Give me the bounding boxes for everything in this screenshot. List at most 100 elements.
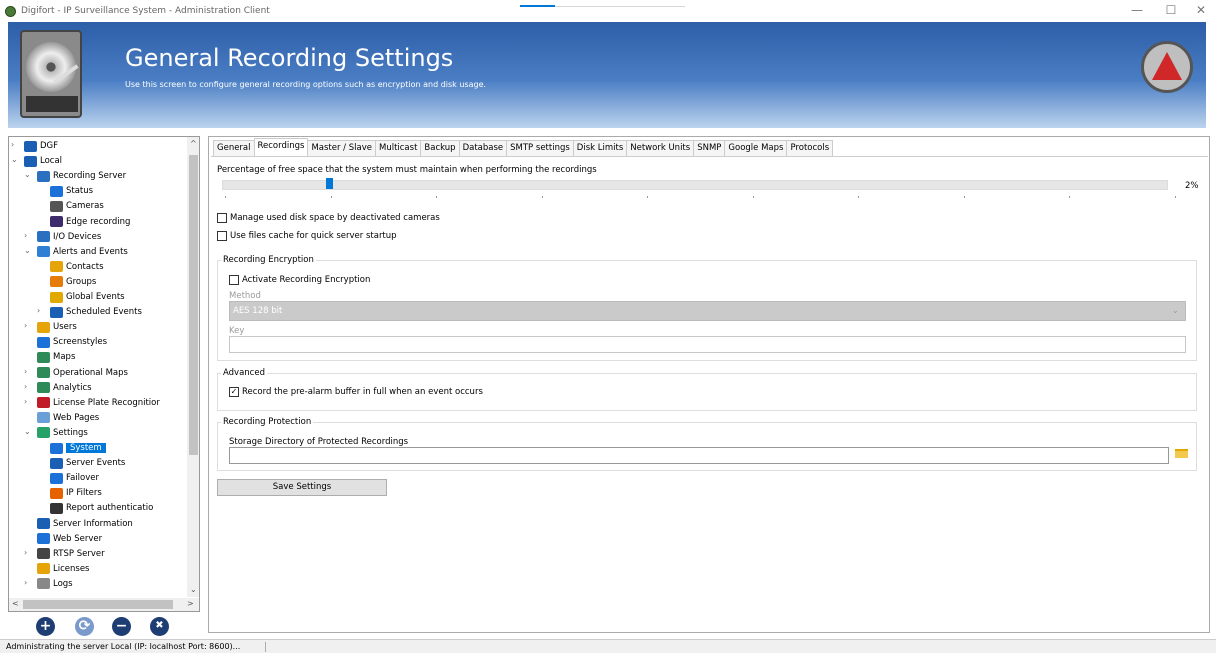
manage-disk-label: Manage used disk space by deactivated ca… [230,213,440,223]
tree-item[interactable]: Recording Server [37,169,126,183]
folder-icon[interactable] [1175,449,1188,458]
tree-item-label: Web Pages [53,412,100,423]
tree-item[interactable]: RTSP Server [37,547,105,561]
tree-item[interactable]: Contacts [50,260,104,274]
tree-item[interactable]: Groups [50,275,96,289]
tab-protocols[interactable]: Protocols [786,140,834,156]
save-settings-button[interactable]: Save Settings [217,479,387,496]
tree-item[interactable]: DGF [24,139,58,153]
minimize-button[interactable]: — [1122,3,1152,17]
expand-icon[interactable]: › [24,382,27,391]
tree-item[interactable]: Maps [37,350,75,364]
expand-icon[interactable]: › [11,140,14,149]
expand-icon[interactable]: › [37,306,40,315]
prealarm-checkbox[interactable]: ✓ [229,387,239,397]
slider-tick [436,196,437,198]
scroll-left-icon[interactable]: < [12,599,19,608]
scroll-down-icon[interactable]: ⌄ [190,585,197,594]
method-select[interactable]: AES 128 bit ⌄ [229,301,1186,321]
alert-icon [37,246,50,258]
storage-dir-input[interactable] [229,447,1169,464]
scroll-up-icon[interactable]: ^ [190,139,197,148]
server-tree[interactable]: ^ ⌄ < > › DGF ⌄ Local ⌄ Recording Server Statu… [8,136,200,612]
expand-icon[interactable]: › [24,231,27,240]
tree-item[interactable]: I/O Devices [37,230,101,244]
tree-item[interactable]: License Plate Recognitior [37,396,160,410]
tree-item[interactable]: Users [37,320,77,334]
tree-vertical-scrollbar[interactable]: ^ ⌄ [187,137,199,597]
encryption-group-title: Recording Encryption [221,255,316,265]
tab-general[interactable]: General [213,140,255,156]
remove-button[interactable]: − [112,617,131,636]
tree-item[interactable]: Edge recording [50,215,130,229]
tree-item[interactable]: Scheduled Events [50,305,142,319]
tree-item[interactable]: Screenstyles [37,335,107,349]
server-icon [24,155,37,167]
collapse-icon[interactable]: ⌄ [24,427,31,436]
tab-backup[interactable]: Backup [420,140,460,156]
expand-icon[interactable]: › [24,397,27,406]
scroll-right-icon[interactable]: > [187,599,194,608]
tree-item-label: Groups [66,276,97,287]
free-space-slider-thumb[interactable] [326,178,333,189]
tree-item[interactable]: Operational Maps [37,366,128,380]
free-space-slider[interactable] [222,180,1168,190]
tab-multicast[interactable]: Multicast [374,140,422,156]
storage-dir-label: Storage Directory of Protected Recording… [229,437,409,447]
tree-item[interactable]: Analytics [37,381,92,395]
tab-snmp[interactable]: SNMP [693,140,726,156]
files-cache-checkbox[interactable] [217,231,227,241]
tree-item-label: Web Server [53,533,103,544]
tree-item[interactable]: Web Pages [37,411,99,425]
tree-item[interactable]: Global Events [50,290,125,304]
tree-item[interactable]: Server Events [50,456,125,470]
refresh-button[interactable]: ⟳ [75,617,94,636]
tree-item[interactable]: Status [50,184,93,198]
tab-recordings[interactable]: Recordings [253,138,309,156]
screenstyles-icon [37,336,50,348]
activate-encryption-checkbox[interactable] [229,275,239,285]
tree-item[interactable]: Licenses [37,562,89,576]
tree-item[interactable]: Local [24,154,62,168]
tab-disk-limits[interactable]: Disk Limits [572,140,628,156]
delete-button[interactable]: ✖ [150,617,169,636]
expand-icon[interactable]: › [24,578,27,587]
monitor-icon [50,185,63,197]
slider-tick [752,196,754,198]
key-input[interactable] [229,336,1186,353]
tree-item[interactable]: Server Information [37,517,133,531]
tab-google-maps[interactable]: Google Maps [724,140,788,156]
tree-item[interactable]: Alerts and Events [37,245,128,259]
globe-icon [37,382,50,394]
scroll-thumb[interactable] [189,155,198,455]
close-button[interactable]: ✕ [1186,3,1216,17]
tab-database[interactable]: Database [458,140,508,156]
add-button[interactable]: + [36,617,55,636]
expand-icon[interactable]: › [24,367,27,376]
tree-item[interactable]: Cameras [50,199,104,213]
advanced-group-title: Advanced [221,368,267,378]
collapse-icon[interactable]: ⌄ [24,246,31,255]
expand-icon[interactable]: › [24,548,27,557]
tree-item-label: Local [40,156,63,167]
expand-icon[interactable]: › [24,321,27,330]
tree-item[interactable]: Settings [37,426,88,440]
tree-item[interactable]: Web Server [37,532,102,546]
tree-item[interactable]: Failover [50,471,99,485]
tree-item[interactable]: IP Filters [50,486,102,500]
scroll-thumb[interactable] [23,600,173,609]
tab-master-slave[interactable]: Master / Slave [307,140,376,156]
tree-item-label: Settings [53,427,88,438]
slider-tick [963,196,965,198]
tab-network-units[interactable]: Network Units [626,140,695,156]
tree-item[interactable]: Logs [37,577,73,591]
tree-horizontal-scrollbar[interactable]: < > [9,598,199,611]
slider-tick [1174,196,1176,198]
tree-item[interactable]: Report authenticatio [50,501,153,515]
maximize-button[interactable]: ☐ [1156,3,1186,17]
tab-smtp-settings[interactable]: SMTP settings [506,140,574,156]
tree-item[interactable]: System [50,441,106,455]
collapse-icon[interactable]: ⌄ [11,155,18,164]
collapse-icon[interactable]: ⌄ [24,170,31,179]
manage-disk-checkbox[interactable] [217,213,227,223]
